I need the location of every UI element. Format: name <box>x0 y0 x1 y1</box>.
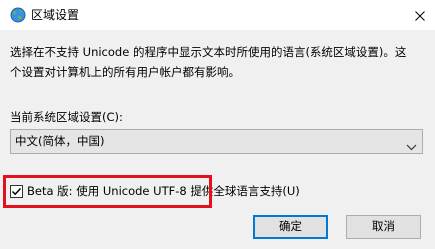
description-line-2: 个设置对计算机上的所有用户帐户都有影响。 <box>10 65 240 79</box>
description-line-1: 选择在不支持 Unicode 的程序中显示文本时所使用的语言(系统区域设置)。这 <box>10 45 407 59</box>
locale-selected-value: 中文(简体，中国) <box>15 134 105 148</box>
red-highlight-annotation <box>3 175 212 208</box>
close-icon <box>415 6 425 25</box>
cancel-button[interactable]: 取消 <box>346 215 421 239</box>
locale-select[interactable]: 中文(简体，中国) <box>10 129 423 154</box>
ok-button[interactable]: 确定 <box>253 215 328 239</box>
window-title: 区域设置 <box>31 8 80 22</box>
locale-label: 当前系统区域设置(C): <box>10 110 123 124</box>
chevron-down-icon <box>406 137 417 151</box>
title-bar[interactable]: 区域设置 <box>0 0 435 30</box>
region-settings-dialog: 区域设置 选择在不支持 Unicode 的程序中显示文本时所使用的语言(系统区域… <box>0 0 435 249</box>
globe-icon <box>10 7 26 23</box>
description-text: 选择在不支持 Unicode 的程序中显示文本时所使用的语言(系统区域设置)。这… <box>10 42 428 82</box>
close-button[interactable] <box>405 0 435 30</box>
